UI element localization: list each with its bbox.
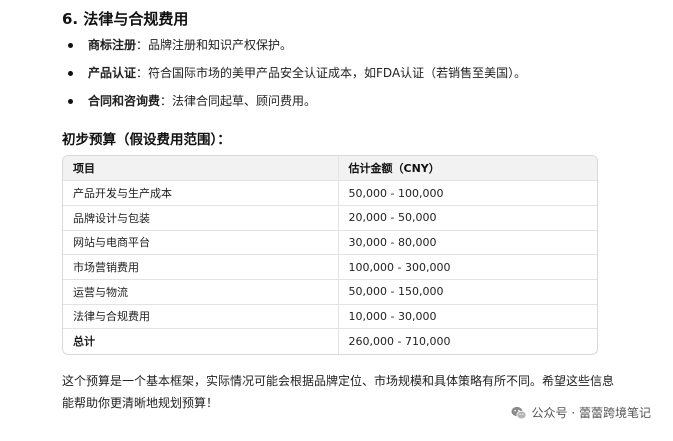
budget-table: 项目 估计金额（CNY） 产品开发与生产成本 50,000 - 100,000 … xyxy=(62,155,598,355)
cell-item: 法律与合规费用 xyxy=(63,304,338,330)
cell-item: 市场营销费用 xyxy=(63,254,338,280)
cell-amount: 50,000 - 150,000 xyxy=(337,279,597,305)
cell-item: 运营与物流 xyxy=(63,279,338,305)
watermark-text: 公众号 · 蕾蕾跨境笔记 xyxy=(531,406,651,420)
cell-item: 网站与电商平台 xyxy=(63,230,338,256)
item-desc: ：法律合同起草、顾问费用。 xyxy=(160,94,317,108)
item-desc: ：符合国际市场的美甲产品安全认证成本，如FDA认证（若销售至美国）。 xyxy=(136,66,527,80)
item-term: 商标注册 xyxy=(88,38,137,52)
cell-amount: 100,000 - 300,000 xyxy=(337,254,597,280)
cell-total-amount: 260,000 - 710,000 xyxy=(337,328,597,354)
column-header-amount: 估计金额（CNY） xyxy=(337,156,597,182)
column-header-item: 项目 xyxy=(63,156,338,182)
table-row: 法律与合规费用 10,000 - 30,000 xyxy=(63,304,597,330)
list-item: 商标注册：品牌注册和知识产权保护。 xyxy=(62,37,526,65)
list-item: 产品认证：符合国际市场的美甲产品安全认证成本，如FDA认证（若销售至美国）。 xyxy=(62,65,526,93)
list-item: 合同和咨询费：法律合同起草、顾问费用。 xyxy=(62,93,526,121)
section-title: 6. 法律与合规费用 xyxy=(62,10,189,28)
cell-amount: 20,000 - 50,000 xyxy=(337,205,597,231)
cell-amount: 50,000 - 100,000 xyxy=(337,180,597,206)
wechat-icon xyxy=(511,406,527,419)
table-header-row: 项目 估计金额（CNY） xyxy=(63,156,597,182)
cell-amount: 30,000 - 80,000 xyxy=(337,230,597,256)
table-row: 产品开发与生产成本 50,000 - 100,000 xyxy=(63,180,597,206)
table-row-total: 总计 260,000 - 710,000 xyxy=(63,328,597,354)
cell-item: 品牌设计与包装 xyxy=(63,205,338,231)
table-row: 网站与电商平台 30,000 - 80,000 xyxy=(63,230,597,256)
watermark: 公众号 · 蕾蕾跨境笔记 xyxy=(511,404,651,421)
cell-amount: 10,000 - 30,000 xyxy=(337,304,597,330)
table-row: 品牌设计与包装 20,000 - 50,000 xyxy=(63,205,597,231)
cell-total-label: 总计 xyxy=(73,335,95,349)
fee-list: 商标注册：品牌注册和知识产权保护。 产品认证：符合国际市场的美甲产品安全认证成本… xyxy=(62,37,526,121)
table-row: 市场营销费用 100,000 - 300,000 xyxy=(63,254,597,280)
cell-item: 产品开发与生产成本 xyxy=(63,180,338,206)
budget-title: 初步预算（假设费用范围）： xyxy=(62,132,231,148)
table-row: 运营与物流 50,000 - 150,000 xyxy=(63,279,597,305)
item-term: 合同和咨询费 xyxy=(88,94,161,108)
item-desc: ：品牌注册和知识产权保护。 xyxy=(136,38,293,52)
item-term: 产品认证 xyxy=(88,66,137,80)
